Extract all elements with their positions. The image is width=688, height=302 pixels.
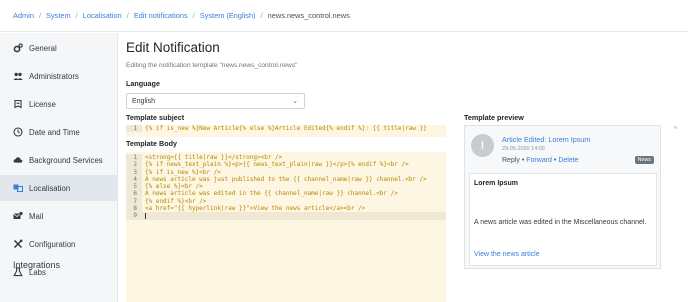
preview-actions: Reply • Forward • Delete (502, 157, 579, 164)
page-subtitle: Editing the notification template "news.… (126, 62, 298, 69)
preview-body: Lorem Ipsum A news article was edited in… (469, 173, 657, 266)
scrollbar[interactable] (674, 126, 677, 129)
code-line: 8 <a href="{{ hyperlink|raw }}">View the … (126, 205, 446, 213)
code-line: 6A news article was edited in the {{ cha… (126, 190, 446, 198)
line-number: 8 (126, 205, 142, 213)
sidebar-section-integrations: Integrations (13, 260, 61, 270)
template-preview-panel: ! Article Edited: Lorem Ipsum 29-05-2020… (464, 125, 661, 269)
breadcrumb-system-english[interactable]: System (English) (200, 11, 256, 20)
breadcrumb-current: news.news_control.news (267, 11, 350, 20)
sidebar-item-date-and-time[interactable]: Date and Time (0, 119, 118, 145)
sidebar-item-label: General (29, 43, 57, 53)
language-icon (13, 183, 23, 193)
page-title: Edit Notification (126, 40, 220, 55)
avatar: ! (471, 134, 494, 157)
code-line-text: {% if is_new %}New Article{% else %}Arti… (145, 125, 427, 132)
code-line: 5 {% else %}<br /> (126, 183, 446, 191)
delete-link[interactable]: Delete (558, 157, 578, 164)
sidebar-item-label: License (29, 99, 56, 109)
license-icon (13, 99, 23, 109)
breadcrumb-system[interactable]: System (46, 11, 71, 20)
sidebar-item-administrators[interactable]: Administrators (0, 63, 118, 89)
code-line-current: 9 (126, 212, 446, 220)
sidebar-item-label: Background Services (29, 155, 103, 165)
line-number: 1 (126, 125, 142, 133)
sidebar-item-background-services[interactable]: Background Services (0, 147, 118, 173)
line-number: 1 (126, 154, 142, 162)
cloud-icon (13, 155, 23, 165)
code-line-text: <a href="{{ hyperlink|raw }}">View the n… (145, 205, 366, 213)
cogs-icon (13, 43, 23, 53)
breadcrumb-separator: / (126, 11, 129, 20)
mail-icon (13, 211, 23, 221)
code-line-text: <strong>{{ title|raw }}</strong><br /> (145, 154, 283, 161)
status-badge: News (634, 156, 654, 164)
breadcrumb: Admin / System / Localisation / Edit not… (0, 0, 688, 32)
template-body-editor[interactable]: 1 <strong>{{ title|raw }}</strong><br /> … (126, 152, 446, 302)
line-number: 4 (126, 175, 142, 184)
sidebar-item-mail[interactable]: Mail (0, 203, 118, 229)
code-line: 1 {% if is_new %}New Article{% else %}Ar… (126, 125, 446, 133)
code-line-text: {% if is_new %}<br /> (145, 168, 221, 176)
line-number: 3 (126, 168, 142, 176)
breadcrumb-separator: / (75, 11, 78, 20)
sidebar-item-localisation[interactable]: Localisation (0, 175, 118, 201)
clock-icon (13, 127, 23, 137)
sidebar-item-configuration[interactable]: Configuration (0, 231, 118, 257)
sidebar-item-general[interactable]: General (0, 35, 118, 61)
sidebar-item-label: Date and Time (29, 127, 80, 137)
users-icon (13, 71, 23, 81)
chevron-down-icon: ⌄ (292, 98, 298, 105)
sidebar: General Administrators License Date and … (0, 33, 118, 302)
template-subject-label: Template subject (126, 113, 185, 122)
code-line: 4A news article was just published to th… (126, 175, 446, 184)
view-article-link[interactable]: View the news article (474, 251, 540, 258)
code-line-text: A news article was just published to the… (145, 175, 427, 183)
language-select[interactable]: English ⌄ (126, 93, 305, 109)
line-number: 7 (126, 197, 142, 206)
sidebar-item-label: Administrators (29, 71, 79, 81)
line-number: 9 (126, 212, 142, 220)
preview-date: 29-05-2020 14:00 (502, 146, 545, 152)
breadcrumb-separator: / (192, 11, 195, 20)
sidebar-item-license[interactable]: License (0, 91, 118, 117)
line-number: 6 (126, 190, 142, 198)
tools-icon (13, 239, 23, 249)
code-line-text: {% endif %}<br /> (145, 197, 207, 205)
code-line: 2 {% if news_text_plain %}<p>{{ news_text… (126, 161, 446, 169)
sidebar-item-label: Configuration (29, 239, 76, 249)
sidebar-item-label: Localisation (29, 183, 71, 193)
bullet-separator: • (521, 157, 525, 164)
forward-link[interactable]: Forward (526, 157, 552, 164)
sidebar-item-label: Mail (29, 211, 44, 221)
template-body-label: Template Body (126, 139, 177, 148)
preview-body-title: Lorem Ipsum (474, 180, 518, 187)
breadcrumb-localisation[interactable]: Localisation (83, 11, 122, 20)
template-subject-editor[interactable]: 1 {% if is_new %}New Article{% else %}Ar… (126, 125, 446, 137)
language-select-value: English (132, 97, 155, 105)
breadcrumb-admin[interactable]: Admin (13, 11, 34, 20)
reply-link[interactable]: Reply (502, 157, 520, 164)
template-preview-title: Template preview (464, 113, 524, 122)
breadcrumb-separator: / (260, 11, 263, 20)
code-line-text: {% if news_text_plain %}<p>{{ news_text_… (145, 161, 409, 169)
code-line: 1 <strong>{{ title|raw }}</strong><br /> (126, 154, 446, 162)
breadcrumb-separator: / (38, 11, 42, 20)
code-line-text: {% else %}<br /> (145, 183, 203, 191)
line-number: 5 (126, 183, 142, 191)
language-label: Language (126, 79, 160, 88)
bullet-separator: • (553, 157, 557, 164)
preview-body-text: A news article was edited in the Miscell… (474, 219, 647, 226)
text-cursor (145, 212, 146, 219)
line-number: 2 (126, 161, 142, 169)
preview-headline[interactable]: Article Edited: Lorem Ipsum (502, 135, 590, 144)
code-line: 3 {% if is_new %}<br /> (126, 168, 446, 176)
breadcrumb-edit-notifications[interactable]: Edit notifications (134, 11, 188, 20)
code-line-text: A news article was edited in the {{ chan… (145, 190, 398, 198)
code-line: 7 {% endif %}<br /> (126, 197, 446, 206)
code-line-text (142, 212, 146, 219)
